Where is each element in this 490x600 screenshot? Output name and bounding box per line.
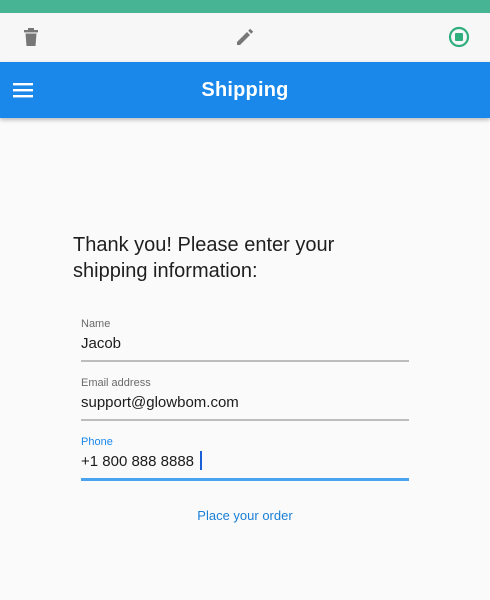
top-status-strip <box>0 0 490 13</box>
text-cursor <box>200 451 202 470</box>
shipping-heading: Thank you! Please enter your shipping in… <box>73 234 335 282</box>
editor-toolbar <box>0 13 490 62</box>
name-field-underline <box>81 360 409 362</box>
app-bar: Shipping <box>0 62 490 118</box>
phone-field-label: Phone <box>81 436 113 448</box>
page-title: Shipping <box>201 79 289 101</box>
trash-icon <box>24 28 38 46</box>
phone-field-underline <box>81 478 409 481</box>
phone-field[interactable]: Phone <box>81 436 409 486</box>
delete-button[interactable] <box>18 24 44 50</box>
email-field-underline <box>81 419 409 421</box>
name-field[interactable]: Name <box>81 318 409 368</box>
name-input[interactable] <box>81 331 409 355</box>
stop-recording-button[interactable] <box>446 24 472 50</box>
place-order-button[interactable]: Place your order <box>81 508 409 523</box>
edit-button[interactable] <box>232 24 258 50</box>
phone-input[interactable] <box>81 449 409 473</box>
stop-recording-icon <box>448 26 470 48</box>
name-field-label: Name <box>81 318 111 330</box>
email-field-label: Email address <box>81 377 151 389</box>
email-input[interactable] <box>81 390 409 414</box>
email-field[interactable]: Email address <box>81 377 409 427</box>
pencil-icon <box>237 28 254 45</box>
shipping-form-area: Thank you! Please enter your shipping in… <box>0 118 490 600</box>
